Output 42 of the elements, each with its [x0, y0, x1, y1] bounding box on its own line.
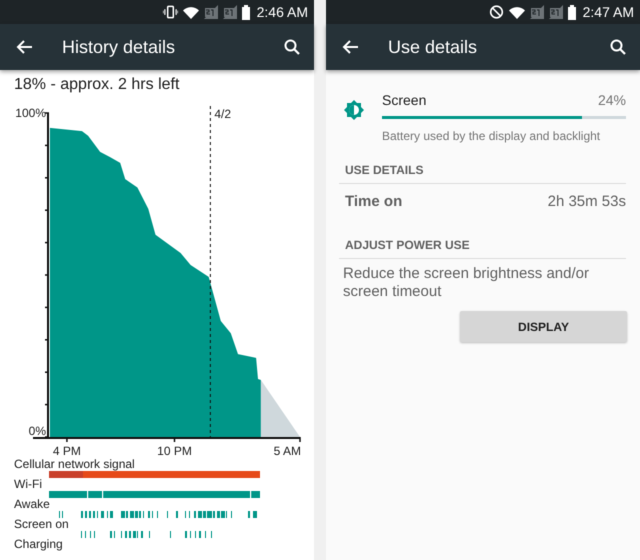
brightness-icon: [344, 100, 364, 120]
back-icon: [342, 39, 358, 55]
timeline-label: Wi-Fi: [13, 478, 43, 491]
vibrate-icon: [162, 4, 178, 20]
search-icon: [284, 39, 300, 55]
section-header: USE DETAILS: [339, 163, 626, 184]
section-header: ADJUST POWER USE: [339, 238, 626, 259]
back-icon: [16, 39, 32, 55]
status-time: 2:46 AM: [256, 4, 308, 20]
toolbar-title: Use details: [388, 36, 478, 58]
axis-label: 10 PM: [157, 444, 192, 458]
battery-summary: 18% - approx. 2 hrs left: [13, 75, 180, 95]
signal-icon: [204, 5, 218, 19]
suggestion-text: Reduce the screen brightness and/or screen timeout: [342, 264, 590, 301]
signal-icon: [530, 5, 544, 19]
wifi-icon: [182, 5, 199, 19]
axis-label: 4 PM: [52, 444, 81, 458]
usage-name: Screen: [382, 92, 426, 108]
axis-label: 5 AM: [274, 444, 301, 458]
battery-icon: [568, 4, 576, 20]
usage-description: Battery used by the display and backlight: [382, 129, 602, 143]
search-icon: [610, 39, 626, 55]
detail-value: 2h 35m 53s: [548, 193, 626, 210]
marker-label: 4/2: [214, 107, 232, 121]
timeline-label: Cellular network signal: [13, 458, 136, 471]
timeline-label: Awake: [13, 498, 51, 511]
signal-icon: [548, 5, 563, 19]
battery-icon: [242, 4, 250, 20]
status-time: 2:47 AM: [582, 4, 634, 20]
axis-label: 100%: [15, 106, 46, 120]
usage-percent: 24%: [598, 92, 626, 108]
axis-label: 0%: [28, 424, 46, 438]
search-button[interactable]: [608, 37, 628, 57]
display-button[interactable]: DISPLAY: [460, 311, 627, 342]
timeline-label: Screen on: [13, 518, 70, 531]
signal-icon: [222, 5, 237, 19]
wifi-icon: [508, 5, 525, 19]
search-button[interactable]: [282, 37, 302, 57]
detail-label: Time on: [345, 193, 402, 210]
toolbar-title: History details: [62, 36, 176, 58]
timeline-label: Charging: [13, 538, 64, 551]
do-not-disturb-icon: [488, 4, 504, 20]
